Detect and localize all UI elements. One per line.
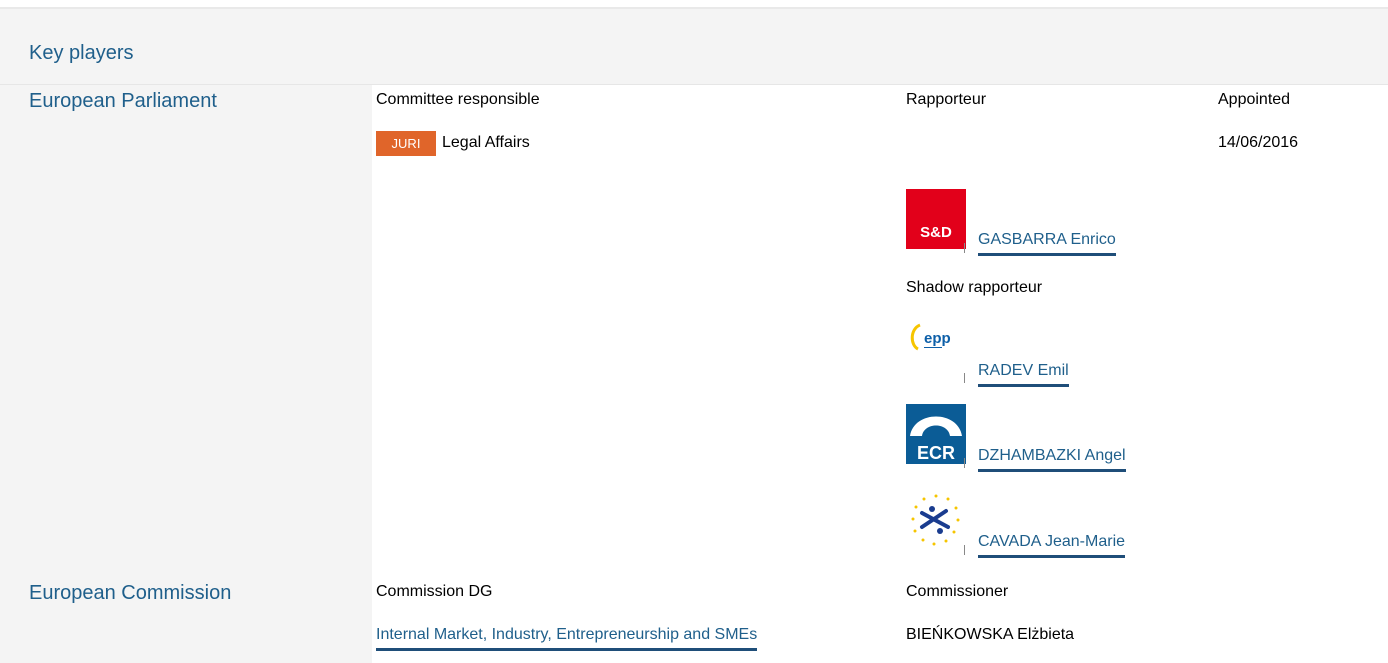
rapporteur-header: Rapporteur — [906, 91, 987, 108]
logo-divider — [964, 545, 965, 555]
commissioner-name: BIEŃKOWSKA Elżbieta — [906, 626, 1075, 643]
sd-group-logo: S&D — [906, 189, 966, 249]
alde-group-logo — [906, 491, 966, 551]
svg-text:S&D: S&D — [920, 224, 952, 241]
committee-name: Legal Affairs — [442, 134, 530, 151]
committee-responsible-header: Committee responsible — [376, 91, 540, 108]
shadow-rapporteur-link[interactable]: DZHAMBAZKI Angel — [978, 447, 1126, 472]
commission-dg-header: Commission DG — [376, 583, 493, 600]
svg-text:ECR: ECR — [917, 443, 955, 463]
appointed-date: 14/06/2016 — [1218, 134, 1299, 151]
commission-dg-link[interactable]: Internal Market, Industry, Entrepreneurs… — [376, 626, 758, 651]
logo-divider — [964, 243, 965, 253]
ecr-group-logo: ECR — [906, 404, 966, 464]
shadow-rapporteur-link[interactable]: RADEV Emil — [978, 362, 1069, 387]
left-column — [0, 85, 372, 663]
logo-divider — [964, 373, 965, 383]
epp-group-logo: epp — [906, 319, 966, 379]
logo-divider — [964, 458, 965, 468]
shadow-rapporteur-header: Shadow rapporteur — [906, 279, 1043, 296]
shadow-rapporteur-link[interactable]: CAVADA Jean-Marie — [978, 533, 1126, 558]
european-commission-label: European Commission — [29, 582, 232, 604]
section-header: Key players — [0, 9, 1388, 85]
european-parliament-label: European Parliament — [29, 90, 217, 112]
appointed-header: Appointed — [1218, 91, 1291, 108]
rapporteur-link[interactable]: GASBARRA Enrico — [978, 231, 1116, 256]
commissioner-header: Commissioner — [906, 583, 1009, 600]
svg-text:epp: epp — [924, 330, 951, 347]
committee-code-badge: JURI — [376, 131, 436, 156]
section-title: Key players — [29, 42, 134, 64]
